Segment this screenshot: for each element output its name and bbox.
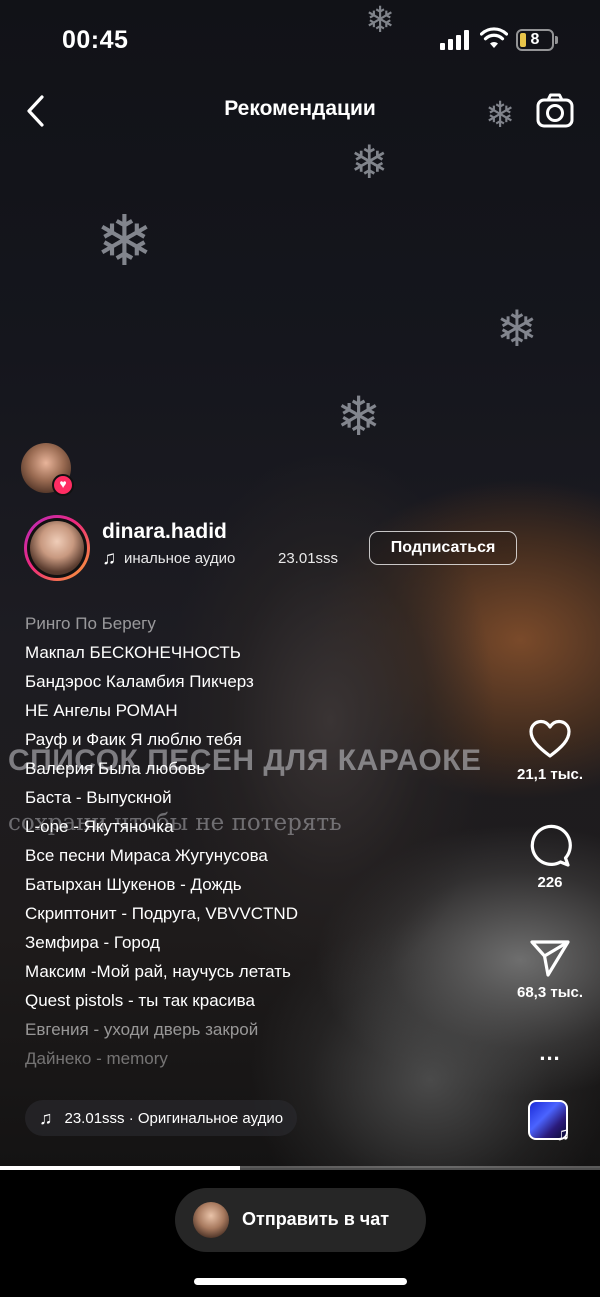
- cellular-signal-icon: [440, 30, 470, 50]
- music-note-icon: ♫: [102, 548, 117, 569]
- avatar-story-ring: [27, 518, 87, 578]
- audio-text[interactable]: инальное аудио: [124, 550, 235, 567]
- comment-icon[interactable]: [528, 824, 572, 868]
- author-avatar[interactable]: [24, 515, 90, 581]
- snowflake-decoration: ❄: [95, 200, 154, 282]
- song-item: Баста - Выпускной: [25, 788, 172, 807]
- song-list[interactable]: Ринго По Берегу Макпал БЕСКОНЕЧНОСТЬ Бан…: [25, 612, 505, 1076]
- comment-action[interactable]: 226: [505, 824, 595, 891]
- song-item: Рауф и Фаик Я люблю тебя: [25, 730, 242, 749]
- home-indicator: [194, 1278, 407, 1285]
- song-item: L-one - Якутяночка: [25, 817, 174, 836]
- song-item: Батырхан Шукенов - Дождь: [25, 875, 242, 894]
- send-to-chat-button[interactable]: Отправить в чат: [175, 1188, 426, 1252]
- like-count: 21,1 тыс.: [516, 766, 584, 783]
- song-item: Евгения - уходи дверь закрой: [25, 1020, 259, 1039]
- music-note-icon: ♫: [39, 1107, 53, 1128]
- song-item: Макпал БЕСКОНЕЧНОСТЬ: [25, 643, 241, 662]
- more-options-icon[interactable]: ...: [505, 1040, 595, 1066]
- song-item: НЕ Ангелы РОМАН: [25, 701, 178, 720]
- chat-avatar: [193, 1202, 229, 1238]
- song-item: Дайнеко - memory: [25, 1049, 168, 1068]
- song-item: Скриптонит - Подруга, VBVVCTND: [25, 904, 298, 923]
- song-item: Максим -Мой рай, научусь летать: [25, 962, 291, 981]
- song-item: Все песни Мираса Жугунусова: [25, 846, 268, 865]
- song-item: Земфира - Город: [25, 933, 160, 952]
- song-item: Ринго По Берегу: [25, 614, 156, 633]
- battery-level: 8: [530, 31, 540, 48]
- battery-cap: [555, 36, 558, 44]
- snowflake-decoration: ❄: [350, 135, 389, 189]
- wifi-icon: [480, 27, 508, 48]
- avatar-photo: [30, 521, 84, 575]
- camera-icon[interactable]: [535, 91, 575, 131]
- like-action[interactable]: 21,1 тыс.: [505, 718, 595, 783]
- song-item: Бандэрос Каламбия Пикчерз: [25, 672, 254, 691]
- author-username[interactable]: dinara.hadid: [102, 520, 227, 544]
- share-count: 68,3 тыс.: [516, 984, 584, 1001]
- audio-pill[interactable]: ♫ 23.01sss · Оригинальное аудио: [25, 1100, 298, 1136]
- status-bar: 00:45 8: [0, 0, 600, 80]
- header: Рекомендации: [0, 85, 600, 135]
- heart-badge-icon: ♥: [52, 474, 74, 496]
- song-item: Quest pistols - ты так красива: [25, 991, 255, 1010]
- send-icon[interactable]: [528, 938, 572, 978]
- battery-icon: 8: [516, 29, 554, 51]
- audio-pill-label: 23.01sss · Оригинальное аудио: [64, 1109, 284, 1127]
- snowflake-decoration: ❄: [496, 300, 538, 358]
- page-title: Рекомендации: [224, 97, 376, 120]
- send-to-chat-label: Отправить в чат: [242, 1209, 390, 1229]
- share-action[interactable]: 68,3 тыс.: [505, 938, 595, 1001]
- song-item: Валерия Была любовь: [25, 759, 206, 778]
- audio-user[interactable]: 23.01sss: [278, 550, 338, 567]
- comment-count: 226: [537, 874, 563, 891]
- bottom-bar: Отправить в чат: [0, 1170, 600, 1297]
- heart-icon[interactable]: [528, 718, 572, 760]
- snowflake-decoration: ❄: [336, 385, 382, 448]
- status-time: 00:45: [62, 26, 129, 54]
- music-note-icon: ♫: [556, 1124, 571, 1145]
- follow-button[interactable]: Подписаться: [369, 531, 517, 565]
